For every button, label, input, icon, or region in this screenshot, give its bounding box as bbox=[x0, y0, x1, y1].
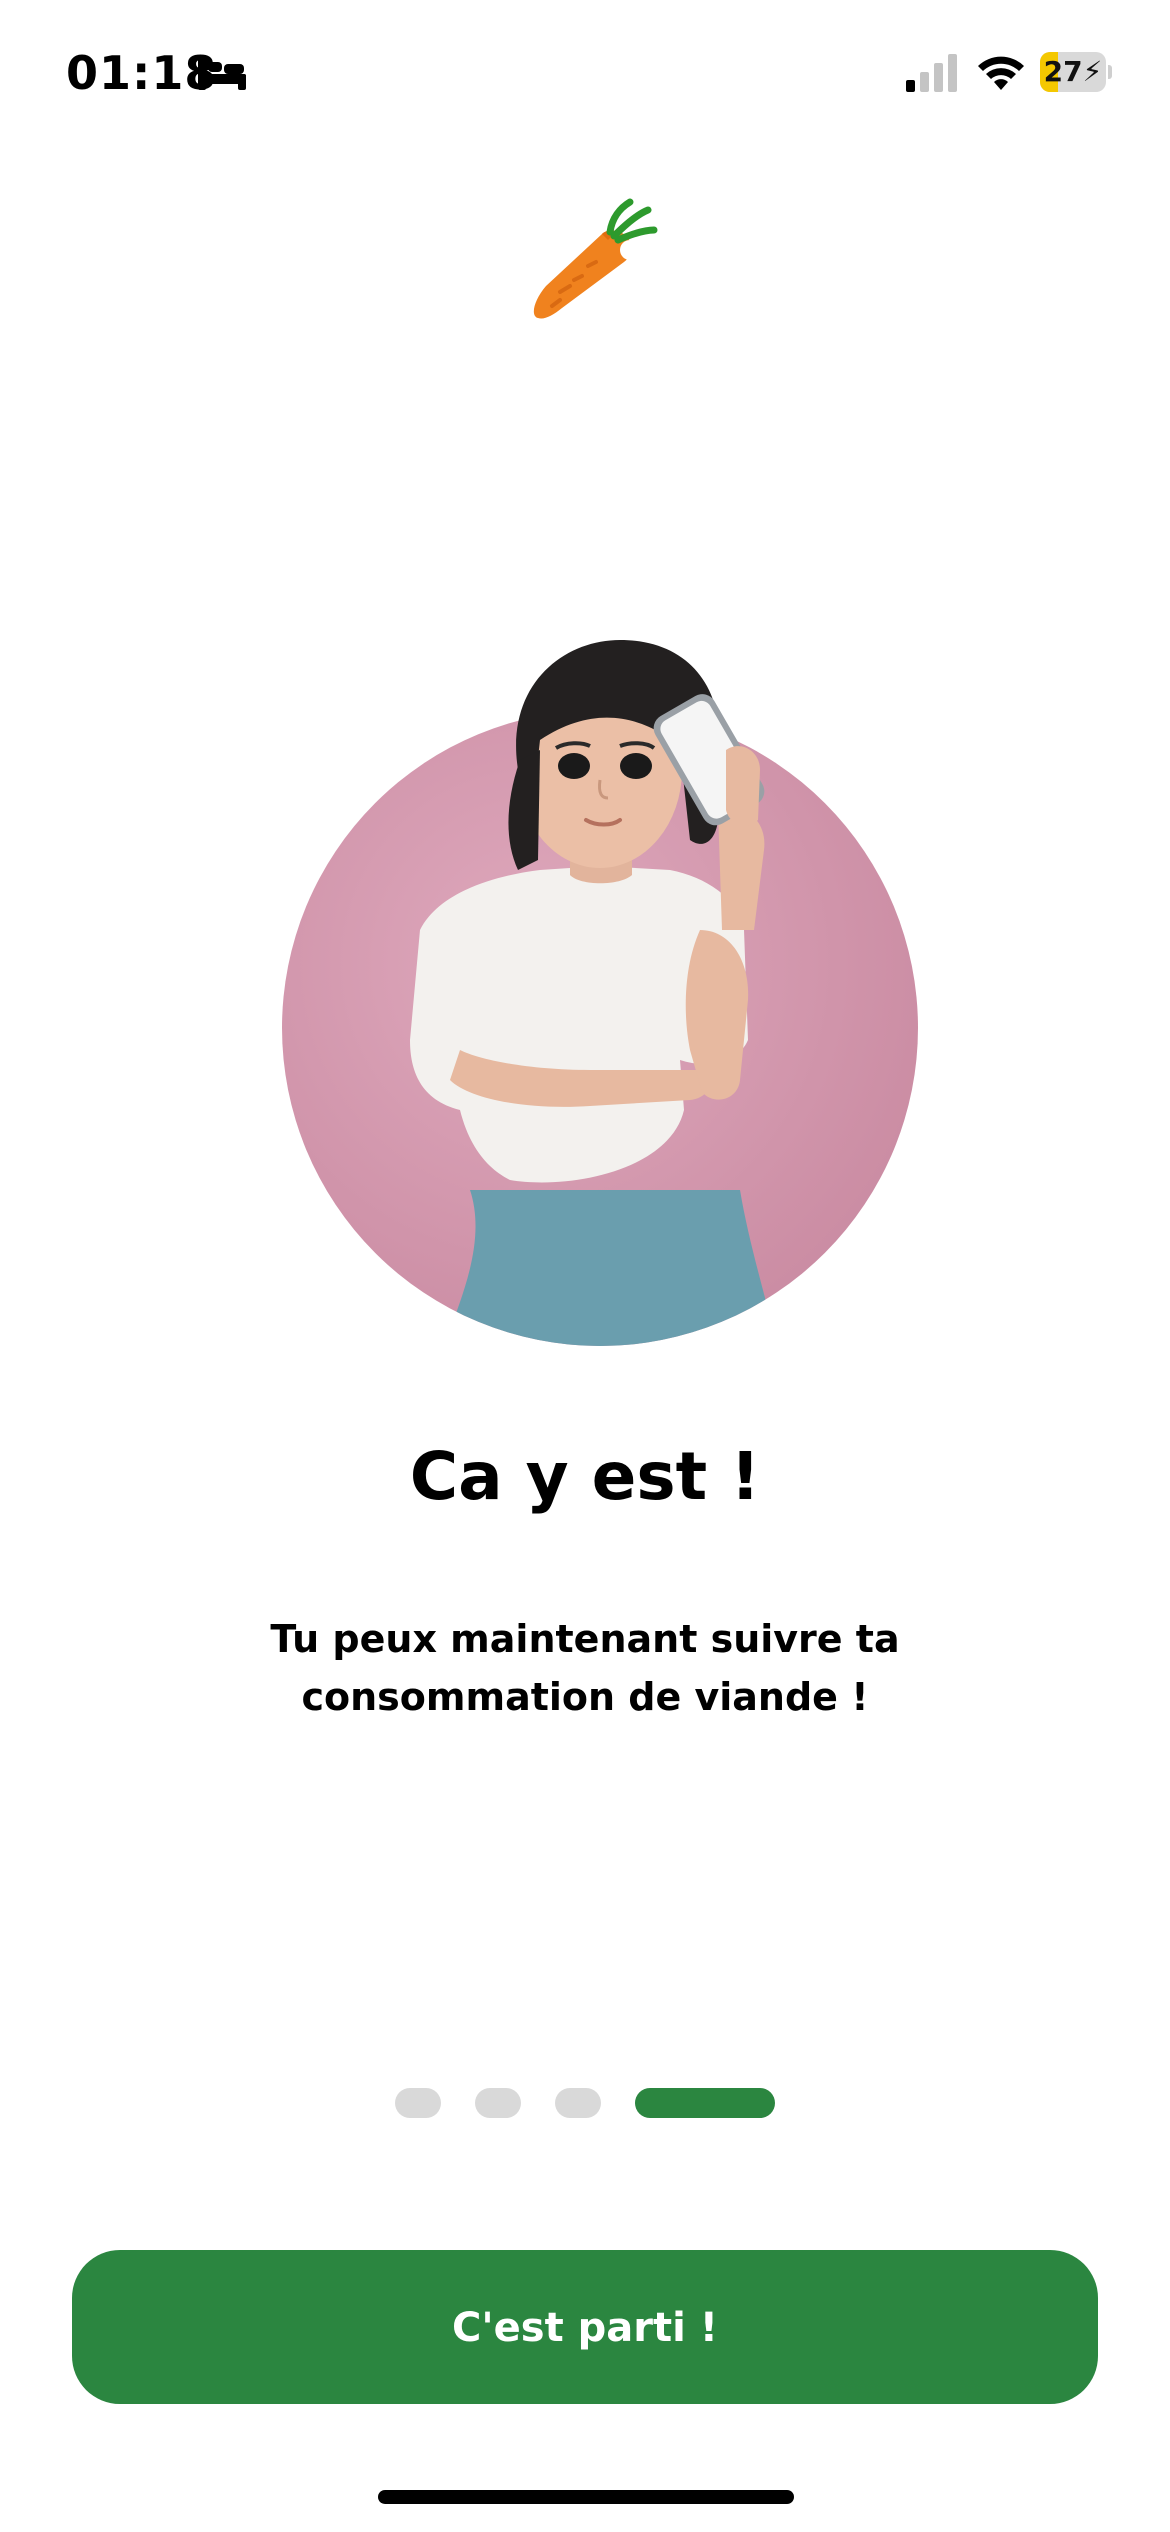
page-indicator bbox=[0, 2088, 1170, 2118]
carrot-icon bbox=[533, 198, 658, 319]
charging-bolt-icon: ⚡ bbox=[1082, 55, 1103, 88]
bed-icon bbox=[198, 58, 246, 90]
cellular-signal-icon bbox=[906, 54, 957, 92]
wifi-icon bbox=[978, 56, 1024, 90]
page-dot bbox=[475, 2088, 521, 2118]
battery-body: 27⚡ bbox=[1040, 52, 1106, 92]
page-subtitle: Tu peux maintenant suivre ta consommatio… bbox=[270, 1617, 900, 1719]
woman-with-phone-illustration bbox=[282, 640, 918, 1346]
battery-level: 27 bbox=[1043, 55, 1083, 88]
page-dot bbox=[395, 2088, 441, 2118]
status-bar: 01:18 27⚡ bbox=[0, 0, 1170, 150]
page-dot bbox=[555, 2088, 601, 2118]
battery-tip bbox=[1108, 65, 1112, 79]
start-button[interactable]: C'est parti ! bbox=[72, 2250, 1098, 2404]
page-dot-active bbox=[635, 2088, 775, 2118]
status-time: 01:18 bbox=[66, 46, 218, 100]
page-title: Ca y est ! bbox=[409, 1438, 761, 1515]
battery-charging-icon: 27⚡ bbox=[1040, 52, 1112, 92]
home-indicator[interactable] bbox=[378, 2490, 794, 2504]
